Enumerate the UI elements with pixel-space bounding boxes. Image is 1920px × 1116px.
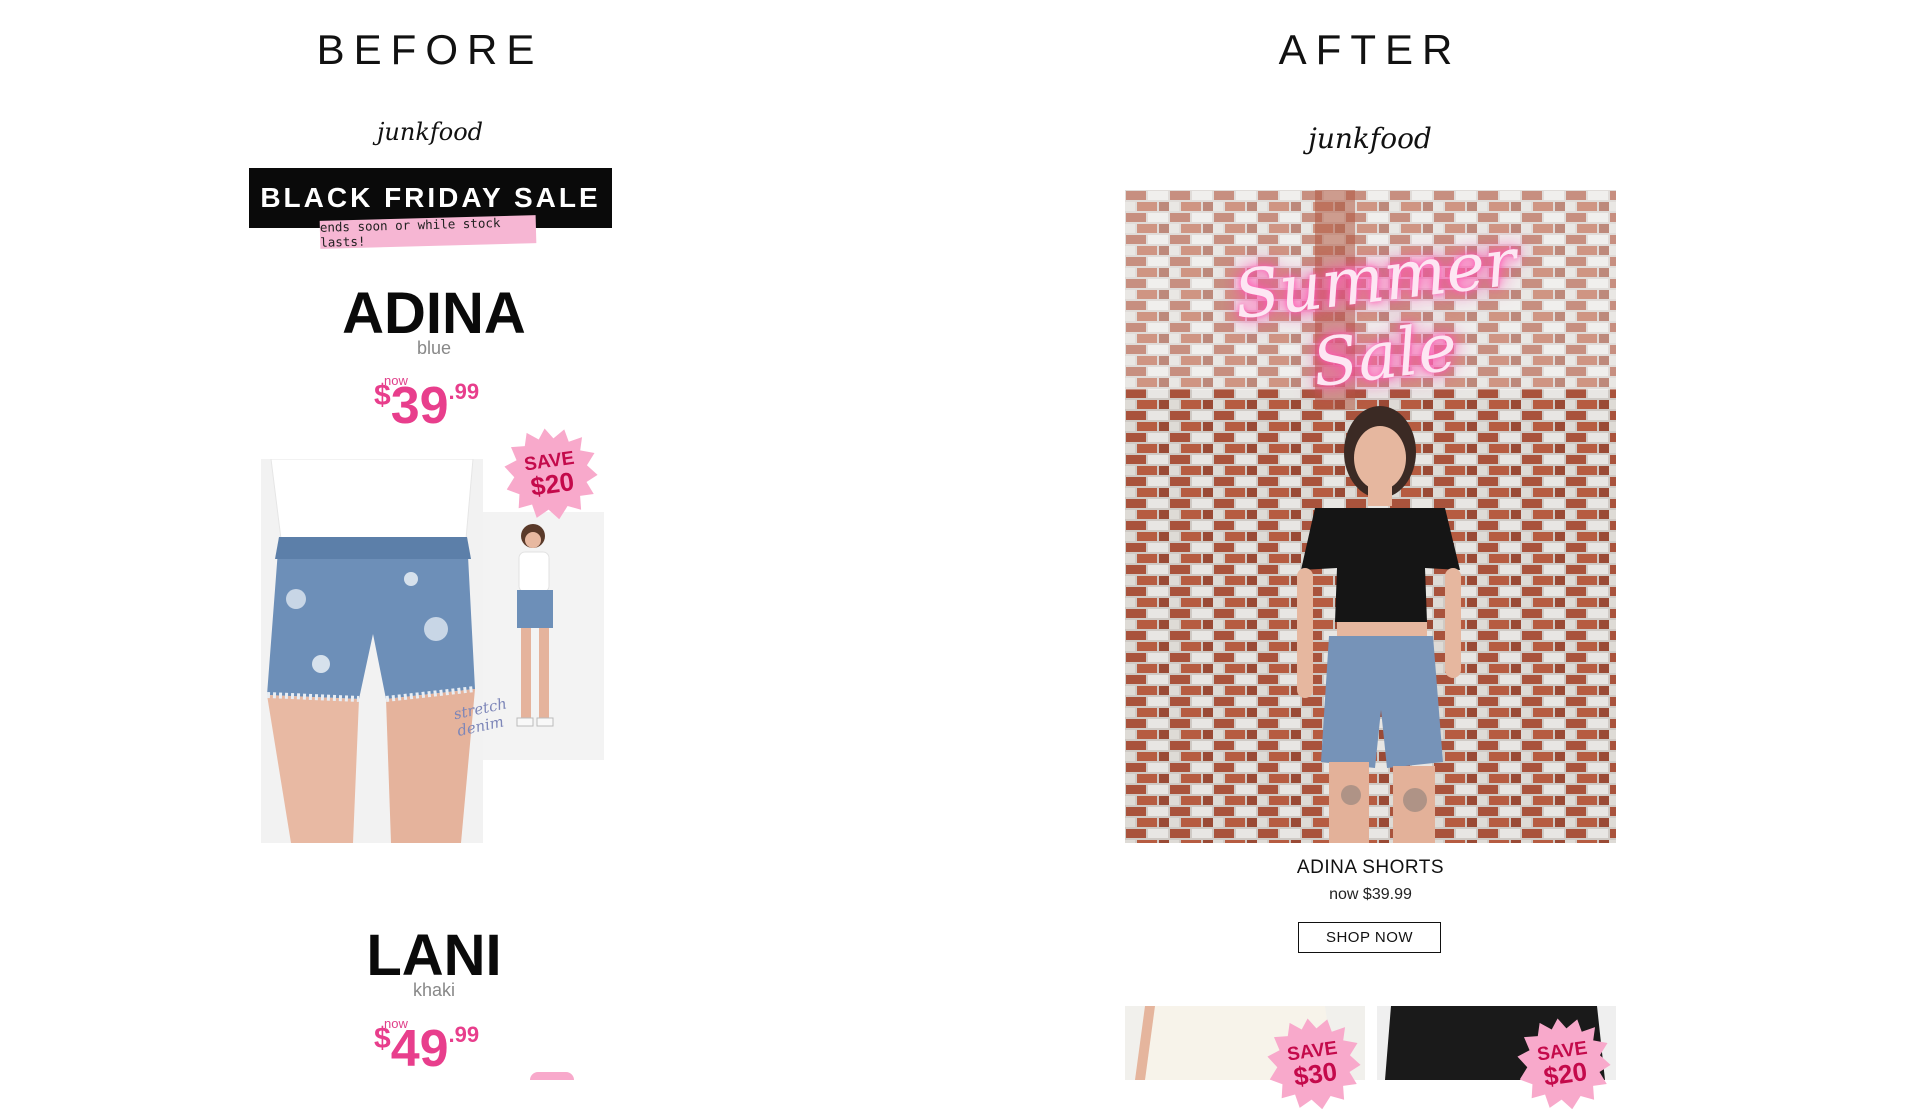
price-cents: 99: [454, 379, 480, 404]
shop-now-button[interactable]: SHOP NOW: [1298, 922, 1441, 953]
price-currency: $: [374, 379, 391, 412]
after-heading: AFTER: [1278, 26, 1462, 73]
badge-line-2: $20: [528, 465, 576, 502]
price-whole: 49: [390, 1020, 449, 1078]
price-whole: 39: [390, 377, 449, 435]
product-price-text: now $39.99: [1329, 886, 1412, 903]
product-price: $49.99: [374, 1019, 479, 1079]
product-color: khaki: [412, 980, 456, 1000]
badge-line-2: $30: [1291, 1055, 1339, 1092]
save-badge: SAVE $20: [499, 422, 603, 526]
badge-line-2: $20: [1541, 1055, 1589, 1092]
product-name: LANI: [366, 923, 502, 988]
price-currency: $: [374, 1022, 391, 1055]
product-name: ADINA: [342, 281, 526, 346]
before-heading: BEFORE: [316, 26, 544, 73]
denim-shorts-closeup-image: [261, 459, 483, 843]
banner-tagline: ends soon or while stock lasts!: [320, 215, 537, 250]
product-color: blue: [416, 338, 452, 358]
before-brand-logo: junkfood: [376, 118, 484, 146]
product-title: ADINA SHORTS: [1296, 857, 1445, 878]
after-brand-logo: junkfood: [1308, 122, 1432, 155]
product-photo-closeup[interactable]: [261, 459, 483, 843]
price-cents: 99: [454, 1022, 480, 1047]
product-price: $39.99: [374, 376, 479, 436]
partial-badge-edge: [530, 1072, 574, 1080]
